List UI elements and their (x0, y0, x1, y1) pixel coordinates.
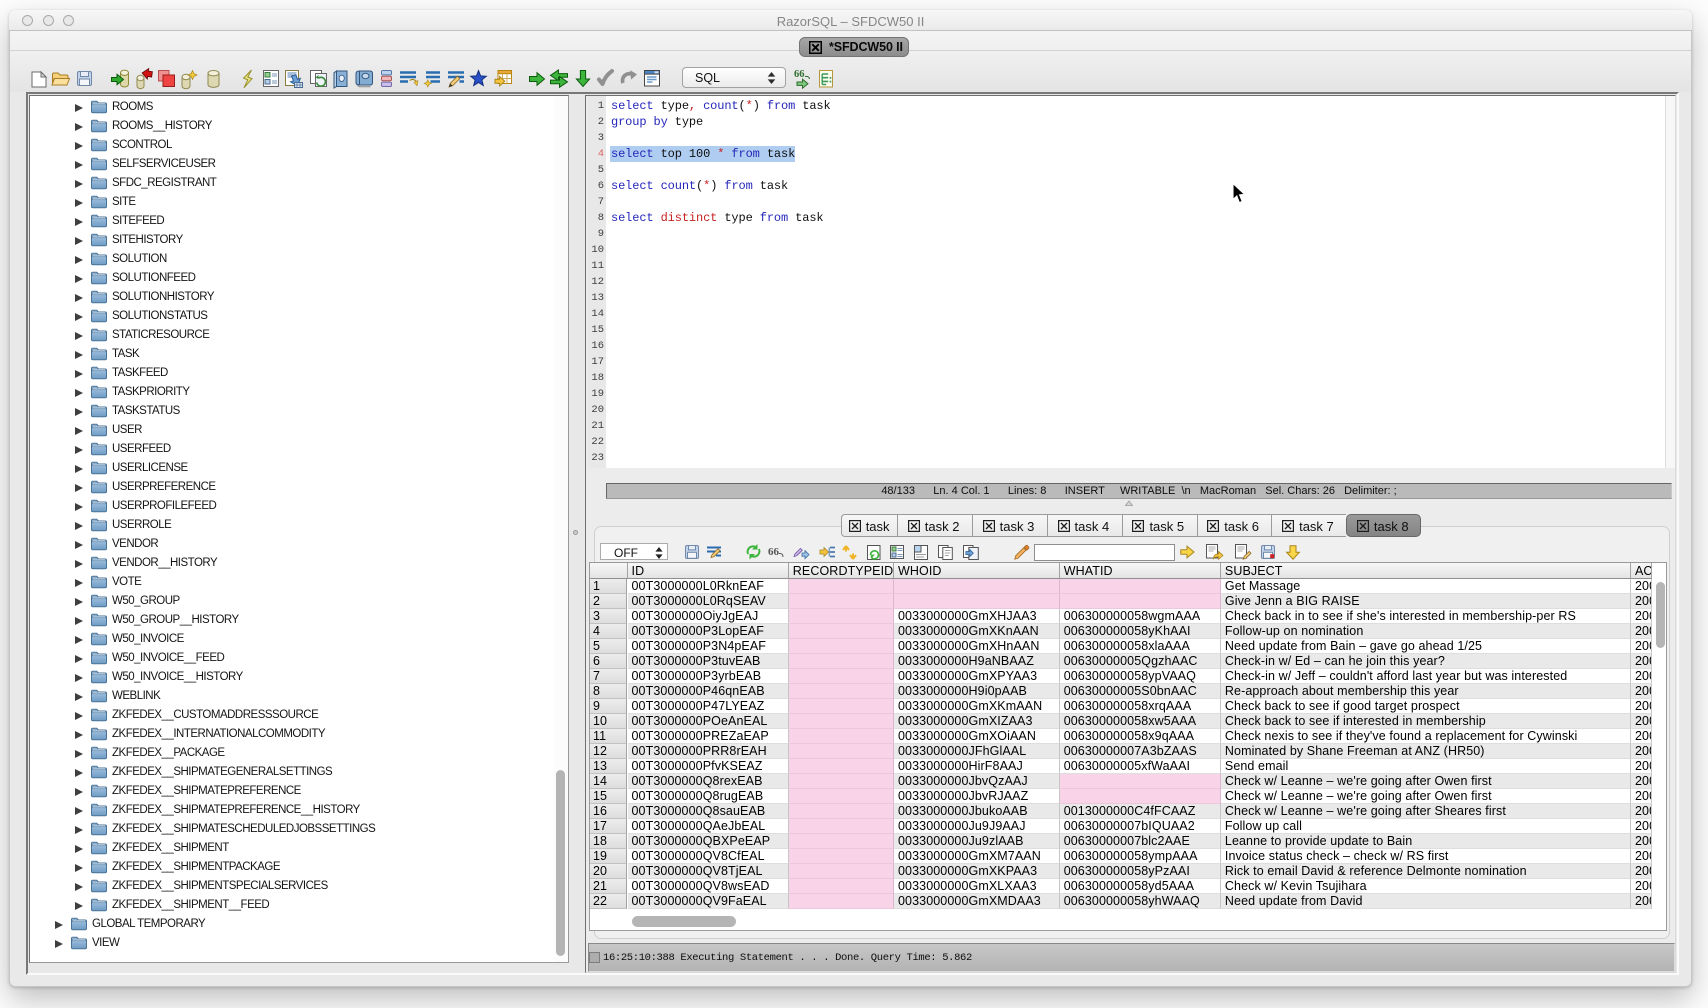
svg-text:66: 66 (768, 546, 780, 558)
svg-text:66: 66 (794, 69, 805, 80)
